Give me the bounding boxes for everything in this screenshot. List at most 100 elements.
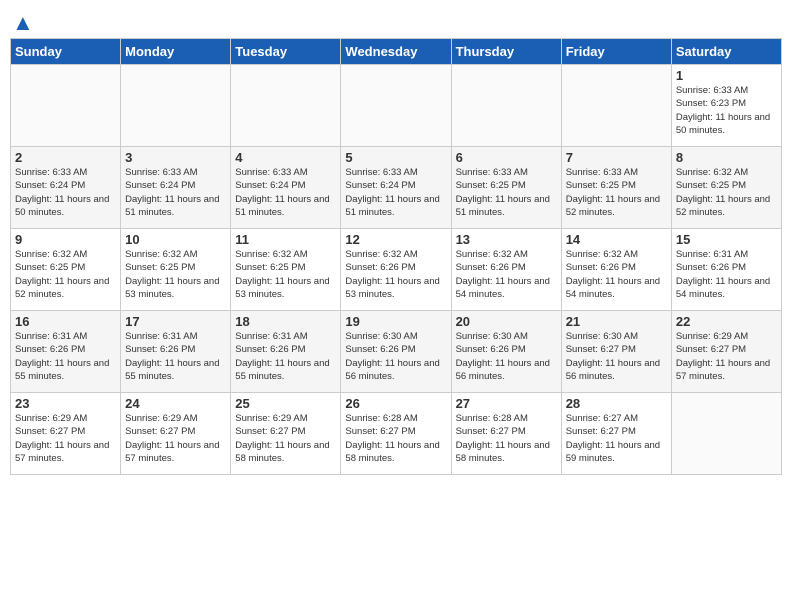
calendar-cell: 4Sunrise: 6:33 AM Sunset: 6:24 PM Daylig… xyxy=(231,147,341,229)
cell-content: Sunrise: 6:32 AM Sunset: 6:26 PM Dayligh… xyxy=(566,248,667,301)
cell-content: Sunrise: 6:29 AM Sunset: 6:27 PM Dayligh… xyxy=(15,412,116,465)
calendar-week-row: 1Sunrise: 6:33 AM Sunset: 6:23 PM Daylig… xyxy=(11,65,782,147)
cell-content: Sunrise: 6:33 AM Sunset: 6:24 PM Dayligh… xyxy=(235,166,336,219)
day-number: 16 xyxy=(15,314,116,329)
calendar-cell: 7Sunrise: 6:33 AM Sunset: 6:25 PM Daylig… xyxy=(561,147,671,229)
cell-content: Sunrise: 6:31 AM Sunset: 6:26 PM Dayligh… xyxy=(125,330,226,383)
day-number: 26 xyxy=(345,396,446,411)
calendar-cell: 19Sunrise: 6:30 AM Sunset: 6:26 PM Dayli… xyxy=(341,311,451,393)
day-number: 22 xyxy=(676,314,777,329)
cell-content: Sunrise: 6:33 AM Sunset: 6:25 PM Dayligh… xyxy=(456,166,557,219)
day-number: 2 xyxy=(15,150,116,165)
day-number: 24 xyxy=(125,396,226,411)
calendar-day-header: Tuesday xyxy=(231,39,341,65)
calendar-cell: 15Sunrise: 6:31 AM Sunset: 6:26 PM Dayli… xyxy=(671,229,781,311)
cell-content: Sunrise: 6:29 AM Sunset: 6:27 PM Dayligh… xyxy=(125,412,226,465)
calendar-cell: 5Sunrise: 6:33 AM Sunset: 6:24 PM Daylig… xyxy=(341,147,451,229)
calendar-cell xyxy=(451,65,561,147)
day-number: 3 xyxy=(125,150,226,165)
cell-content: Sunrise: 6:33 AM Sunset: 6:24 PM Dayligh… xyxy=(125,166,226,219)
calendar-day-header: Saturday xyxy=(671,39,781,65)
calendar-week-row: 16Sunrise: 6:31 AM Sunset: 6:26 PM Dayli… xyxy=(11,311,782,393)
calendar-cell: 25Sunrise: 6:29 AM Sunset: 6:27 PM Dayli… xyxy=(231,393,341,475)
cell-content: Sunrise: 6:30 AM Sunset: 6:27 PM Dayligh… xyxy=(566,330,667,383)
calendar-cell: 28Sunrise: 6:27 AM Sunset: 6:27 PM Dayli… xyxy=(561,393,671,475)
day-number: 14 xyxy=(566,232,667,247)
header: ▲ xyxy=(10,10,782,30)
calendar-cell xyxy=(341,65,451,147)
calendar-cell xyxy=(11,65,121,147)
cell-content: Sunrise: 6:32 AM Sunset: 6:25 PM Dayligh… xyxy=(15,248,116,301)
day-number: 7 xyxy=(566,150,667,165)
calendar-day-header: Sunday xyxy=(11,39,121,65)
calendar-cell: 14Sunrise: 6:32 AM Sunset: 6:26 PM Dayli… xyxy=(561,229,671,311)
calendar-cell: 1Sunrise: 6:33 AM Sunset: 6:23 PM Daylig… xyxy=(671,65,781,147)
day-number: 5 xyxy=(345,150,446,165)
day-number: 23 xyxy=(15,396,116,411)
cell-content: Sunrise: 6:28 AM Sunset: 6:27 PM Dayligh… xyxy=(345,412,446,465)
calendar-cell xyxy=(671,393,781,475)
day-number: 21 xyxy=(566,314,667,329)
day-number: 8 xyxy=(676,150,777,165)
day-number: 18 xyxy=(235,314,336,329)
logo: ▲ xyxy=(10,10,34,30)
day-number: 15 xyxy=(676,232,777,247)
calendar-cell: 24Sunrise: 6:29 AM Sunset: 6:27 PM Dayli… xyxy=(121,393,231,475)
cell-content: Sunrise: 6:32 AM Sunset: 6:25 PM Dayligh… xyxy=(125,248,226,301)
calendar-cell: 9Sunrise: 6:32 AM Sunset: 6:25 PM Daylig… xyxy=(11,229,121,311)
calendar-cell: 12Sunrise: 6:32 AM Sunset: 6:26 PM Dayli… xyxy=(341,229,451,311)
calendar-cell: 8Sunrise: 6:32 AM Sunset: 6:25 PM Daylig… xyxy=(671,147,781,229)
cell-content: Sunrise: 6:32 AM Sunset: 6:26 PM Dayligh… xyxy=(456,248,557,301)
calendar-week-row: 23Sunrise: 6:29 AM Sunset: 6:27 PM Dayli… xyxy=(11,393,782,475)
calendar-cell: 17Sunrise: 6:31 AM Sunset: 6:26 PM Dayli… xyxy=(121,311,231,393)
calendar-cell: 2Sunrise: 6:33 AM Sunset: 6:24 PM Daylig… xyxy=(11,147,121,229)
cell-content: Sunrise: 6:30 AM Sunset: 6:26 PM Dayligh… xyxy=(345,330,446,383)
cell-content: Sunrise: 6:31 AM Sunset: 6:26 PM Dayligh… xyxy=(15,330,116,383)
day-number: 20 xyxy=(456,314,557,329)
calendar-cell xyxy=(121,65,231,147)
calendar-week-row: 9Sunrise: 6:32 AM Sunset: 6:25 PM Daylig… xyxy=(11,229,782,311)
calendar-cell: 6Sunrise: 6:33 AM Sunset: 6:25 PM Daylig… xyxy=(451,147,561,229)
calendar-cell: 23Sunrise: 6:29 AM Sunset: 6:27 PM Dayli… xyxy=(11,393,121,475)
cell-content: Sunrise: 6:30 AM Sunset: 6:26 PM Dayligh… xyxy=(456,330,557,383)
cell-content: Sunrise: 6:33 AM Sunset: 6:24 PM Dayligh… xyxy=(15,166,116,219)
calendar-cell: 10Sunrise: 6:32 AM Sunset: 6:25 PM Dayli… xyxy=(121,229,231,311)
day-number: 13 xyxy=(456,232,557,247)
day-number: 6 xyxy=(456,150,557,165)
calendar-cell: 21Sunrise: 6:30 AM Sunset: 6:27 PM Dayli… xyxy=(561,311,671,393)
calendar-day-header: Wednesday xyxy=(341,39,451,65)
day-number: 1 xyxy=(676,68,777,83)
calendar-body: 1Sunrise: 6:33 AM Sunset: 6:23 PM Daylig… xyxy=(11,65,782,475)
calendar-cell: 18Sunrise: 6:31 AM Sunset: 6:26 PM Dayli… xyxy=(231,311,341,393)
logo-icon: ▲ xyxy=(12,10,34,36)
calendar-cell: 13Sunrise: 6:32 AM Sunset: 6:26 PM Dayli… xyxy=(451,229,561,311)
page: ▲ SundayMondayTuesdayWednesdayThursdayFr… xyxy=(0,0,792,612)
cell-content: Sunrise: 6:32 AM Sunset: 6:26 PM Dayligh… xyxy=(345,248,446,301)
cell-content: Sunrise: 6:31 AM Sunset: 6:26 PM Dayligh… xyxy=(235,330,336,383)
day-number: 17 xyxy=(125,314,226,329)
cell-content: Sunrise: 6:33 AM Sunset: 6:24 PM Dayligh… xyxy=(345,166,446,219)
cell-content: Sunrise: 6:32 AM Sunset: 6:25 PM Dayligh… xyxy=(676,166,777,219)
cell-content: Sunrise: 6:33 AM Sunset: 6:25 PM Dayligh… xyxy=(566,166,667,219)
day-number: 27 xyxy=(456,396,557,411)
cell-content: Sunrise: 6:29 AM Sunset: 6:27 PM Dayligh… xyxy=(235,412,336,465)
day-number: 10 xyxy=(125,232,226,247)
calendar-cell: 22Sunrise: 6:29 AM Sunset: 6:27 PM Dayli… xyxy=(671,311,781,393)
day-number: 9 xyxy=(15,232,116,247)
calendar-header-row: SundayMondayTuesdayWednesdayThursdayFrid… xyxy=(11,39,782,65)
day-number: 12 xyxy=(345,232,446,247)
cell-content: Sunrise: 6:31 AM Sunset: 6:26 PM Dayligh… xyxy=(676,248,777,301)
calendar-cell xyxy=(561,65,671,147)
calendar-cell xyxy=(231,65,341,147)
cell-content: Sunrise: 6:29 AM Sunset: 6:27 PM Dayligh… xyxy=(676,330,777,383)
day-number: 4 xyxy=(235,150,336,165)
calendar-cell: 26Sunrise: 6:28 AM Sunset: 6:27 PM Dayli… xyxy=(341,393,451,475)
calendar-day-header: Monday xyxy=(121,39,231,65)
calendar-table: SundayMondayTuesdayWednesdayThursdayFrid… xyxy=(10,38,782,475)
calendar-week-row: 2Sunrise: 6:33 AM Sunset: 6:24 PM Daylig… xyxy=(11,147,782,229)
day-number: 25 xyxy=(235,396,336,411)
day-number: 28 xyxy=(566,396,667,411)
cell-content: Sunrise: 6:32 AM Sunset: 6:25 PM Dayligh… xyxy=(235,248,336,301)
calendar-day-header: Thursday xyxy=(451,39,561,65)
cell-content: Sunrise: 6:28 AM Sunset: 6:27 PM Dayligh… xyxy=(456,412,557,465)
